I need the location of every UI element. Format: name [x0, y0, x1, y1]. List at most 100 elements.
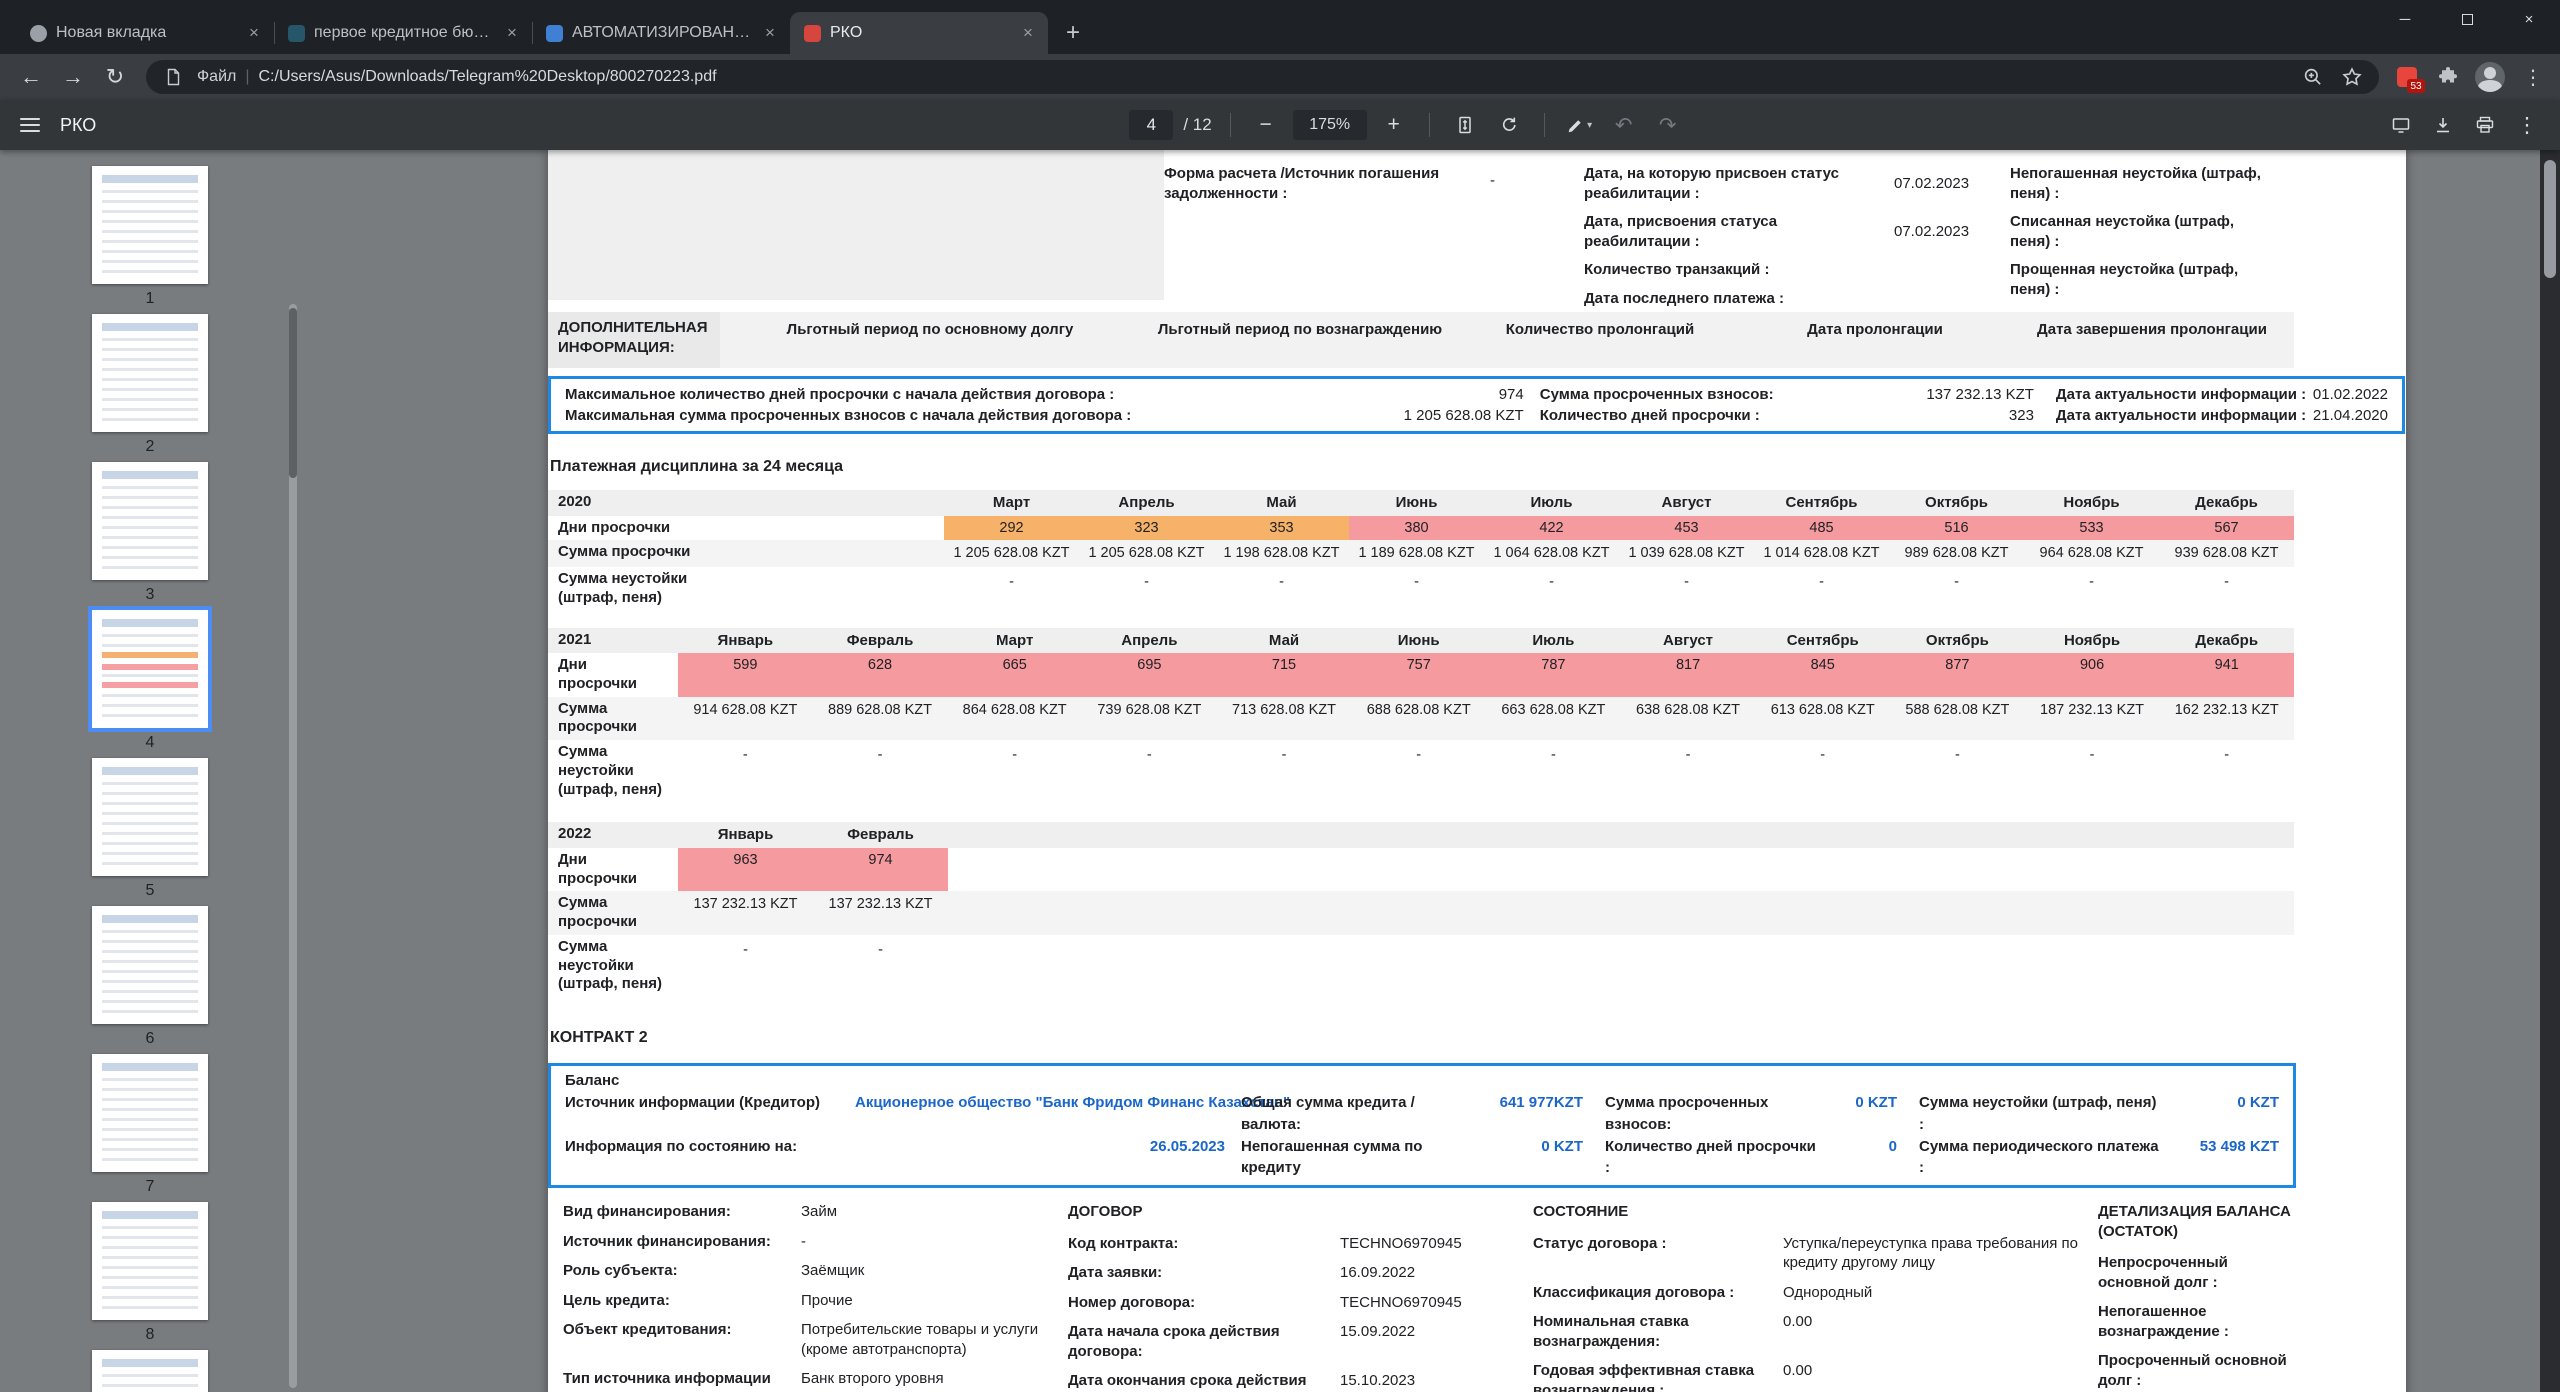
pen-dropdown-caret-icon[interactable]: ▾ — [1587, 120, 1592, 131]
main-scrollbar-thumb[interactable] — [2544, 160, 2556, 278]
overdue-cell: 964 628.08 KZT — [2039, 545, 2144, 562]
table-overdue-row: Сумма просрочки 1 205 628.08 KZT 1 205 62… — [548, 540, 2294, 568]
field-label: Вид финансирования: — [563, 1203, 731, 1221]
window-minimize-button[interactable]: ─ — [2374, 0, 2436, 38]
back-button[interactable]: ← — [12, 58, 50, 96]
page-thumbnail-item[interactable] — [92, 1350, 208, 1392]
tab-close-icon[interactable]: × — [244, 23, 264, 43]
page-thumbnail-item[interactable]: 8 — [92, 1202, 208, 1344]
penalty-cell: - — [1012, 747, 1018, 764]
detail-row: Дата начала срока действия договора: 15.… — [1068, 1322, 1533, 1361]
penalty-cell: - — [1954, 574, 1959, 591]
new-tab-button[interactable]: + — [1056, 16, 1090, 50]
penalty-cell: - — [1281, 747, 1287, 764]
detail-row: Цель кредита: Прочие — [563, 1291, 1068, 1311]
field-value: 53 498 KZT — [2199, 1137, 2279, 1155]
tab-close-icon[interactable]: × — [502, 23, 522, 43]
window-close-button[interactable]: × — [2498, 0, 2560, 38]
present-icon[interactable] — [2384, 108, 2418, 142]
page-thumbnail[interactable] — [92, 906, 208, 1024]
page-thumbnail[interactable] — [92, 462, 208, 580]
overdue-cell: 1 198 628.08 KZT — [1223, 545, 1340, 562]
field-row: Дата, присвоения статуса реабилитации : … — [1584, 212, 2010, 251]
undo-icon[interactable]: ↶ — [1607, 108, 1641, 142]
field-value — [2303, 1351, 2313, 1390]
page-thumbnail[interactable] — [92, 758, 208, 876]
print-icon[interactable] — [2468, 108, 2502, 142]
profile-avatar[interactable] — [2475, 62, 2505, 92]
field-value: - — [1490, 172, 1495, 189]
adblock-extension-icon[interactable]: 53 — [2393, 63, 2425, 93]
zoom-out-button[interactable]: − — [1249, 108, 1283, 142]
field-value: 21.04.2020 — [2312, 407, 2388, 424]
field-value: Акционерное общество "Банк Фридом Финанс… — [855, 1094, 1291, 1112]
additional-info-header: Дата пролонгации — [1807, 321, 1943, 338]
page-thumbnail-item[interactable]: 1 — [92, 166, 208, 308]
field-value — [2303, 1253, 2313, 1292]
page-thumbnail-item[interactable]: 7 — [92, 1054, 208, 1196]
days-cell: 292 — [944, 515, 1079, 541]
detail-row: Непогашенное вознаграждение : — [2098, 1302, 2406, 1341]
annotate-pen-icon[interactable]: ▾ — [1563, 108, 1597, 142]
field-row: Списанная неустойка (штраф, пеня) : — [2010, 212, 2406, 251]
month-header: Август — [1663, 631, 1714, 649]
tab-close-icon[interactable]: × — [1018, 23, 1038, 43]
field-label: Списанная неустойка (штраф, пеня) : — [2010, 213, 2235, 250]
main-scrollbar[interactable] — [2540, 150, 2560, 1392]
field-label: Форма расчета /Источник погашения задолж… — [1164, 165, 1440, 202]
field-value: - — [801, 1232, 806, 1250]
browser-menu-icon[interactable]: ⋮ — [2518, 62, 2548, 92]
month-header: Март — [996, 631, 1034, 649]
detail-row: Вид финансирования: Займ — [563, 1202, 1068, 1222]
page-thumbnail-item[interactable]: 4 — [88, 606, 212, 752]
bookmark-star-icon[interactable] — [2337, 62, 2367, 92]
browser-tab[interactable]: первое кредитное бюро - По... × — [274, 12, 532, 54]
discipline-table-2021: 2021 Январь Февраль Март Апрель Май Июнь Июль А… — [548, 627, 2295, 803]
tab-title: АВТОМАТИЗИРОВАННАЯ ИН... — [572, 24, 751, 41]
column-header: ДОГОВОР — [1068, 1203, 1143, 1221]
month-header: Сентябрь — [1785, 494, 1858, 511]
forward-button[interactable]: → — [54, 58, 92, 96]
window-maximize-button[interactable] — [2436, 0, 2498, 38]
page-thumbnail-number: 5 — [145, 882, 155, 899]
page-thumbnail-item[interactable]: 5 — [92, 758, 208, 900]
pdf-toolbar-left: РКО — [0, 115, 430, 136]
page-thumbnail-item[interactable]: 2 — [92, 314, 208, 456]
page-thumbnail[interactable] — [92, 314, 208, 432]
page-thumbnail-number: 3 — [145, 586, 155, 603]
detail-row: Источник финансирования: - — [563, 1232, 1068, 1252]
zoom-level-value[interactable]: 175% — [1292, 110, 1367, 140]
sidebar-scrollbar[interactable] — [289, 304, 297, 1388]
browser-tab[interactable]: РКО × — [790, 12, 1048, 54]
fit-page-icon[interactable] — [1448, 108, 1482, 142]
pdf-menu-icon[interactable]: ⋮ — [2510, 108, 2544, 142]
page-thumbnail-item[interactable]: 6 — [92, 906, 208, 1048]
zoom-in-button[interactable]: + — [1377, 108, 1411, 142]
page-thumbnail[interactable] — [92, 166, 208, 284]
page-thumbnail[interactable] — [92, 1202, 208, 1320]
download-icon[interactable] — [2426, 108, 2460, 142]
page-thumbnail[interactable] — [88, 606, 212, 732]
days-cell: 485 — [1754, 515, 1889, 541]
page-number-input[interactable] — [1129, 110, 1174, 140]
sidebar-scrollbar-thumb[interactable] — [289, 308, 297, 478]
reload-button[interactable]: ↻ — [96, 58, 134, 96]
field-label: Дата актуальности информации : — [2055, 407, 2307, 424]
redo-icon[interactable]: ↷ — [1651, 108, 1685, 142]
divider — [1543, 113, 1545, 137]
tab-close-icon[interactable]: × — [760, 23, 780, 43]
days-cell: 877 — [1890, 653, 2025, 697]
page-thumbnail[interactable] — [92, 1054, 208, 1172]
page-thumbnail-item[interactable]: 3 — [92, 462, 208, 604]
page-thumbnail[interactable] — [92, 1350, 208, 1392]
field-label: Годовая эффективная ставка вознаграждени… — [1533, 1362, 1755, 1392]
rotate-icon[interactable] — [1492, 108, 1526, 142]
field-label: Номинальная ставка вознаграждения: — [1533, 1313, 1689, 1350]
penalty-cell: - — [1414, 574, 1419, 591]
browser-tab[interactable]: АВТОМАТИЗИРОВАННАЯ ИН... × — [532, 12, 790, 54]
omnibox[interactable]: Файл | C:/Users/Asus/Downloads/Telegram%… — [146, 60, 2379, 94]
menu-hamburger-icon[interactable] — [20, 118, 40, 132]
extensions-puzzle-icon[interactable] — [2434, 63, 2462, 91]
zoom-page-icon[interactable] — [2298, 62, 2328, 92]
browser-tab[interactable]: Новая вкладка × — [16, 12, 274, 54]
